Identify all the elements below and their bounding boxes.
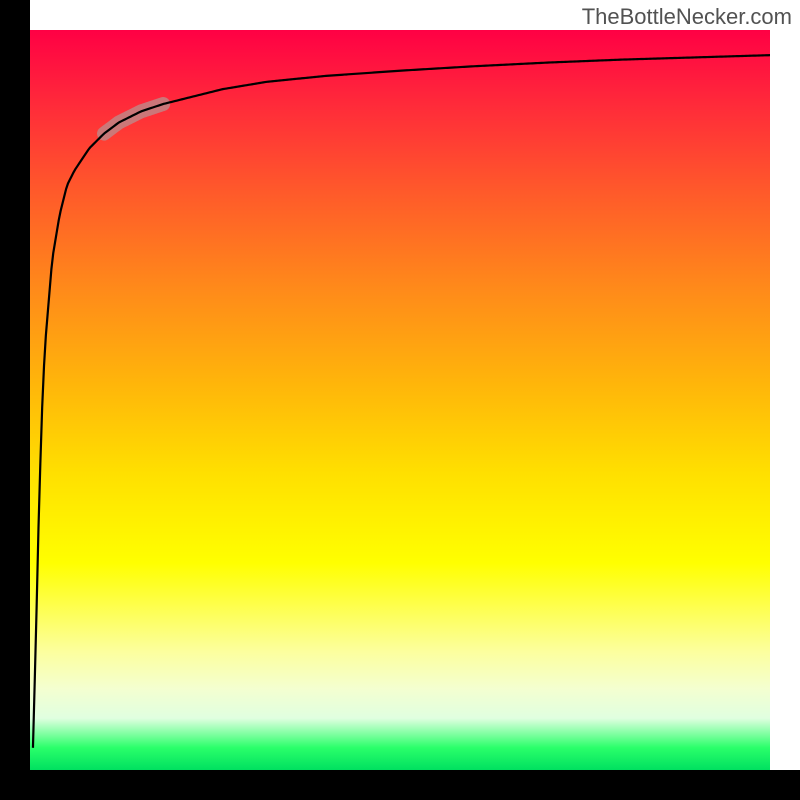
chart-container: TheBottleNecker.com: [0, 0, 800, 800]
y-axis-bar: [0, 0, 30, 800]
attribution-text: TheBottleNecker.com: [582, 4, 792, 30]
bottleneck-curve: [33, 55, 770, 748]
plot-area: [30, 30, 770, 770]
x-axis-bar: [0, 770, 800, 800]
highlight-segment: [104, 104, 163, 134]
curve-layer: [30, 30, 770, 770]
